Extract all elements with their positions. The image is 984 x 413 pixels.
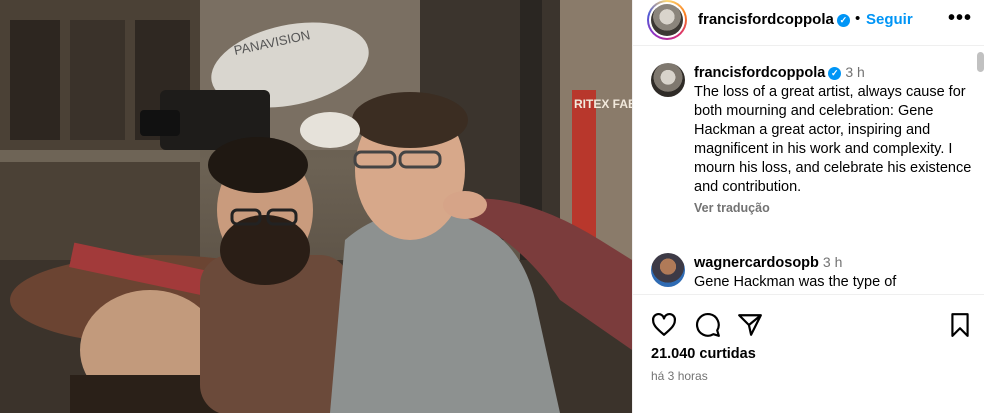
follow-button[interactable]: Seguir bbox=[866, 11, 913, 28]
sign-text: RITEX FABRICS bbox=[574, 97, 632, 111]
more-options-icon[interactable]: ••• bbox=[948, 7, 972, 30]
comment-time[interactable]: 3 h bbox=[845, 64, 864, 80]
author-username[interactable]: francisfordcoppola ✓ bbox=[698, 11, 850, 28]
comments-list[interactable]: francisfordcoppola ✓ 3 h The loss of a gre… bbox=[633, 47, 984, 295]
comment-avatar[interactable] bbox=[651, 253, 685, 287]
likes-count[interactable]: 21.040 curtidas bbox=[651, 346, 756, 362]
comments-scrollbar[interactable] bbox=[977, 52, 984, 72]
see-translation-link[interactable]: Ver tradução bbox=[694, 199, 972, 218]
header-separator: • bbox=[855, 10, 861, 27]
heart-icon[interactable] bbox=[651, 312, 677, 338]
post-photo[interactable]: RITEX FABRICS PANAVISION bbox=[0, 0, 632, 413]
bookmark-icon[interactable] bbox=[947, 312, 973, 338]
comment-text: The loss of a great artist, always cause… bbox=[694, 84, 972, 195]
send-icon[interactable] bbox=[737, 312, 763, 338]
author-avatar[interactable] bbox=[647, 0, 687, 40]
verified-badge-icon: ✓ bbox=[836, 14, 850, 27]
post-timestamp[interactable]: há 3 horas bbox=[651, 369, 708, 383]
comment-username[interactable]: wagnercardosopb bbox=[694, 255, 819, 271]
comment-text: Gene Hackman was the type of bbox=[694, 274, 897, 290]
photo-scene: RITEX FABRICS PANAVISION bbox=[0, 0, 632, 413]
comment-body: wagnercardosopb 3 h Gene Hackman was the … bbox=[694, 253, 972, 292]
post-actions bbox=[651, 312, 981, 338]
comment-username[interactable]: francisfordcoppola bbox=[694, 65, 825, 81]
person-bearded bbox=[200, 137, 350, 413]
comment-avatar[interactable] bbox=[651, 63, 685, 97]
comment-time[interactable]: 3 h bbox=[823, 254, 842, 270]
verified-badge-icon: ✓ bbox=[828, 67, 842, 80]
author-username-text[interactable]: francisfordcoppola bbox=[698, 11, 834, 28]
post-header: francisfordcoppola ✓ • Seguir ••• bbox=[633, 0, 984, 46]
comment-icon[interactable] bbox=[695, 312, 721, 338]
post-side-panel: francisfordcoppola ✓ • Seguir ••• francis… bbox=[632, 0, 984, 413]
comment-body: francisfordcoppola ✓ 3 h The loss of a gre… bbox=[694, 63, 972, 218]
